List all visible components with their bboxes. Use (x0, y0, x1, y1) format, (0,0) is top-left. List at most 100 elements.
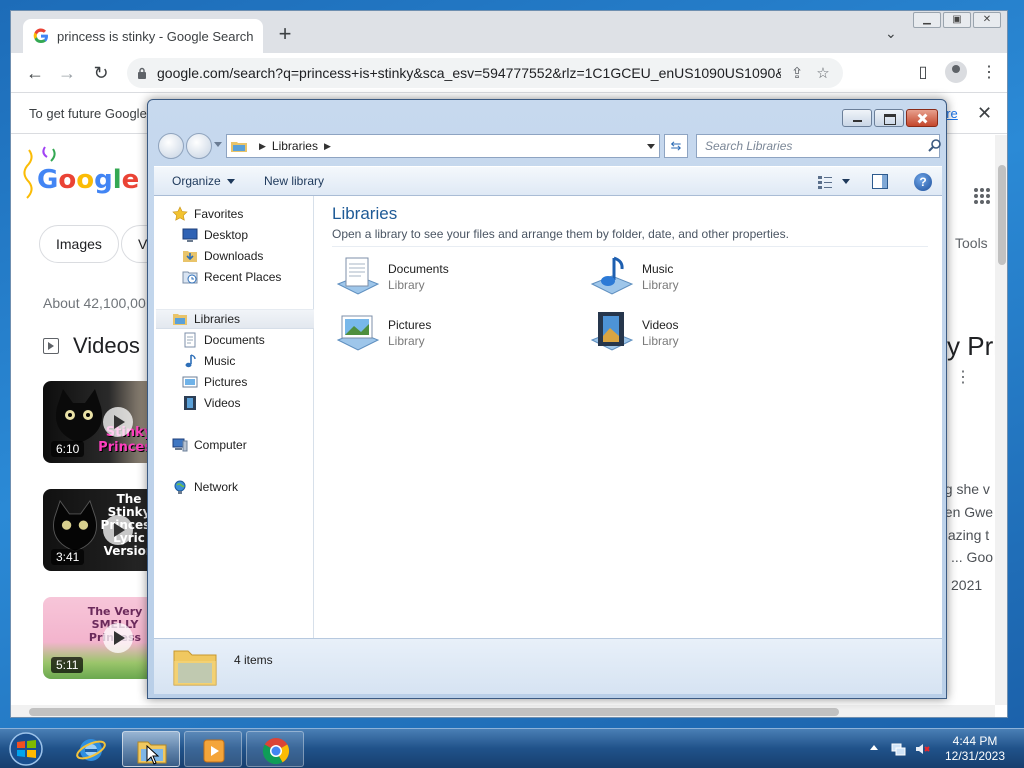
maximize-button[interactable] (874, 109, 904, 127)
divider (332, 246, 928, 247)
side-snippet-date: 2021 (951, 577, 983, 593)
infobar-close-icon[interactable]: ✕ (977, 103, 992, 124)
network-status-icon[interactable] (890, 741, 906, 757)
nav-favorites-label: Favorites (194, 207, 244, 221)
recent-pages-chevron-icon[interactable] (214, 142, 222, 147)
back-button[interactable] (158, 133, 184, 159)
library-type: Library (642, 334, 679, 348)
library-name: Pictures (388, 318, 432, 332)
refresh-icon[interactable]: ⇆ (664, 134, 688, 158)
nav-network[interactable]: Network (172, 477, 330, 497)
library-music[interactable]: Music Library (588, 254, 818, 304)
close-button[interactable]: ✕ (973, 12, 1001, 28)
view-options-chevron-icon[interactable] (842, 179, 850, 184)
clock-date: 12/31/2023 (944, 749, 1006, 763)
side-result-heading[interactable]: y Pri (947, 331, 995, 362)
tab-search-chevron-icon[interactable]: ⌄ (885, 25, 897, 42)
documents-icon (184, 332, 196, 348)
scroll-thumb[interactable] (998, 165, 1006, 265)
video-duration: 3:41 (51, 549, 85, 565)
help-icon[interactable]: ? (914, 173, 932, 191)
sidepanel-icon[interactable]: ▯ (911, 61, 935, 85)
reload-icon[interactable]: ↻ (89, 61, 113, 85)
play-icon (103, 407, 133, 437)
page-title: Libraries (332, 204, 398, 223)
tab-google-search[interactable]: princess is stinky - Google Search (23, 19, 263, 53)
system-clock[interactable]: 4:44 PM 12/31/2023 (940, 734, 1010, 764)
address-history-chevron-icon[interactable] (647, 144, 655, 149)
search-input[interactable]: Search Libraries (696, 134, 940, 158)
nav-documents[interactable]: Documents (182, 330, 340, 350)
new-tab-button[interactable]: + (273, 23, 297, 47)
video-thumbnail[interactable]: The VerySMELLYPrincess 5:11 (43, 597, 163, 679)
apps-grid-icon[interactable] (973, 187, 991, 205)
explorer-window: ▶ Libraries ▶ ⇆ Search Libraries Organiz… (147, 99, 947, 699)
more-options-icon[interactable]: ⋮ (955, 367, 971, 387)
address-bar[interactable]: google.com/search?q=princess+is+stinky&s… (127, 58, 843, 88)
recent-places-icon (182, 271, 198, 284)
preview-pane-icon[interactable] (872, 174, 888, 189)
share-icon[interactable]: ⇪ (787, 64, 807, 82)
nav-downloads[interactable]: Downloads (182, 246, 340, 266)
video-duration: 5:11 (51, 657, 84, 673)
search-icon[interactable] (928, 138, 942, 152)
taskbar-media-player-button[interactable] (184, 731, 242, 767)
tab-title: princess is stinky - Google Search (57, 28, 253, 44)
google-doodle-logo[interactable]: Google (37, 165, 139, 195)
libraries-icon (173, 314, 187, 325)
scroll-thumb[interactable] (29, 708, 839, 716)
breadcrumb-separator-icon[interactable]: ▶ (324, 141, 331, 152)
nav-recent-places-label: Recent Places (204, 270, 282, 284)
nav-libraries[interactable]: Libraries (156, 309, 314, 329)
library-videos[interactable]: Videos Library (588, 310, 818, 360)
nav-favorites[interactable]: Favorites (172, 204, 330, 224)
forward-button[interactable] (186, 133, 212, 159)
nav-videos[interactable]: Videos (182, 393, 340, 413)
show-hidden-icons-icon[interactable] (870, 745, 878, 750)
start-orb-icon[interactable] (6, 731, 46, 767)
video-thumbnail[interactable]: Stinky Princess 6:10 (43, 381, 163, 463)
close-button[interactable] (906, 109, 938, 127)
menu-icon[interactable]: ⋮ (977, 61, 1001, 85)
nav-recent-places[interactable]: Recent Places (182, 267, 340, 287)
horizontal-scrollbar[interactable] (11, 705, 995, 717)
video-section-icon (43, 338, 59, 354)
nav-computer[interactable]: Computer (172, 435, 330, 455)
taskbar-ie-button[interactable] (62, 731, 120, 767)
library-pictures[interactable]: Pictures Library (334, 310, 564, 360)
infobar-text: To get future Google (29, 106, 147, 121)
restore-button[interactable]: ▣ (943, 12, 971, 28)
nav-music[interactable]: Music (182, 351, 340, 371)
explorer-address-bar[interactable]: ▶ Libraries ▶ (226, 134, 660, 158)
film-strip-icon (184, 396, 196, 410)
chevron-down-icon (226, 179, 235, 185)
breadcrumb-separator-icon[interactable]: ▶ (259, 141, 266, 152)
star-icon[interactable]: ☆ (813, 64, 833, 82)
profile-icon[interactable] (945, 61, 967, 83)
video-thumbnail[interactable]: TheStinkyPrincessLyricVersion 3:41 (43, 489, 163, 571)
organize-button[interactable]: Organize (172, 174, 235, 188)
breadcrumb-libraries[interactable]: Libraries (272, 139, 318, 153)
nav-documents-label: Documents (204, 333, 265, 347)
navigation-pane: Favorites Desktop Downloads Recent Place… (154, 196, 314, 638)
library-documents[interactable]: Documents Library (334, 254, 564, 304)
back-icon[interactable]: ← (23, 61, 47, 85)
new-library-button[interactable]: New library (264, 174, 324, 188)
volume-muted-icon[interactable] (914, 741, 930, 757)
library-name: Documents (388, 262, 449, 276)
side-snippet-line: ... Goo (951, 549, 994, 565)
explorer-body: Favorites Desktop Downloads Recent Place… (154, 196, 942, 638)
chip-images[interactable]: Images (39, 225, 119, 263)
library-type: Library (388, 278, 425, 292)
documents-library-icon (336, 257, 380, 295)
forward-icon[interactable]: → (55, 61, 79, 85)
minimize-button[interactable]: ▁ (913, 12, 941, 28)
change-view-icon[interactable] (818, 175, 832, 189)
nav-pictures[interactable]: Pictures (182, 372, 340, 392)
vertical-scrollbar[interactable] (995, 135, 1007, 705)
nav-desktop[interactable]: Desktop (182, 225, 340, 245)
taskbar-chrome-button[interactable] (246, 731, 304, 767)
libraries-folder-icon (231, 142, 247, 152)
minimize-button[interactable] (842, 109, 872, 127)
tools-button[interactable]: Tools (955, 235, 988, 251)
